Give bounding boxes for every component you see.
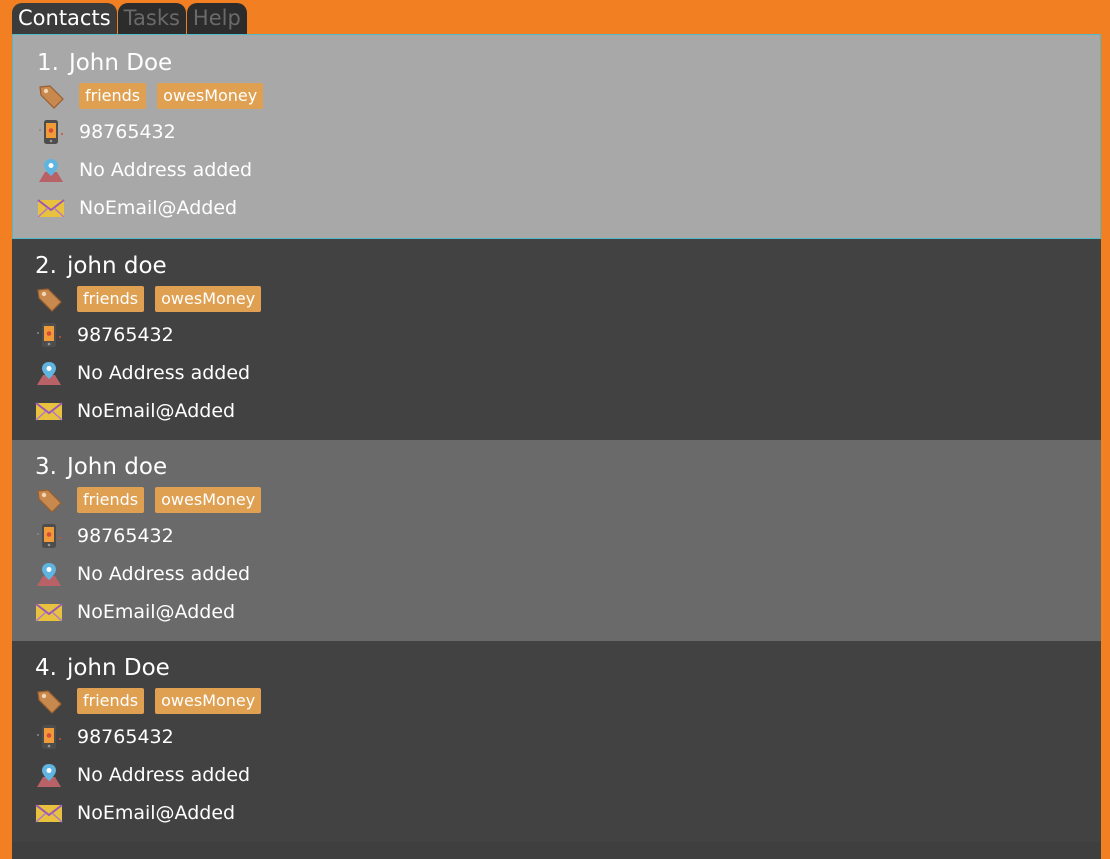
address-row: No Address added: [35, 756, 272, 794]
envelope-icon: [35, 603, 63, 622]
contact-card-selected[interactable]: 1. John Doe friends owesMoney 98765432 N…: [12, 34, 1101, 239]
email-row: NoEmail@Added: [37, 189, 274, 227]
phone-number: 98765432: [77, 726, 174, 748]
address-row: No Address added: [35, 354, 272, 392]
tag-badge: friends: [79, 83, 147, 109]
contact-name-row: 1. John Doe: [37, 47, 274, 79]
contact-name-row: 2. john doe: [35, 250, 272, 282]
address-row: No Address added: [37, 151, 274, 189]
email-row: NoEmail@Added: [35, 392, 272, 430]
envelope-icon: [35, 402, 63, 421]
tags-row: friends owesMoney: [35, 282, 272, 316]
email-text: NoEmail@Added: [77, 601, 236, 623]
email-text: NoEmail@Added: [77, 802, 236, 824]
phone-row: 98765432: [35, 316, 272, 354]
tag-icon: [37, 489, 62, 513]
contact-index: 1.: [37, 50, 59, 76]
phone-icon: [37, 725, 61, 749]
address-text: No Address added: [77, 563, 251, 585]
tag-icon: [37, 690, 62, 714]
tab-help[interactable]: Help: [186, 3, 247, 34]
contact-index: 3.: [35, 454, 57, 480]
tags-row: friends owesMoney: [35, 684, 272, 718]
tag-badge: owesMoney: [155, 688, 262, 714]
contact-name: john doe: [66, 253, 167, 279]
envelope-icon: [35, 804, 63, 823]
tag-badge: owesMoney: [155, 487, 262, 513]
envelope-icon: [37, 199, 65, 218]
email-text: NoEmail@Added: [79, 197, 238, 219]
tag-badge: friends: [77, 688, 145, 714]
phone-icon: [39, 120, 63, 144]
tag-badge: owesMoney: [157, 83, 264, 109]
contact-name: john Doe: [66, 655, 170, 681]
contact-card[interactable]: 2. john doe friends owesMoney 98765432 N…: [12, 239, 1101, 440]
location-pin-icon: [37, 563, 61, 586]
tag-icon: [39, 85, 64, 109]
contact-card[interactable]: 3. John doe friends owesMoney 98765432 N…: [12, 440, 1101, 641]
phone-icon: [37, 323, 61, 347]
tag-badge: friends: [77, 286, 145, 312]
location-pin-icon: [37, 764, 61, 787]
phone-number: 98765432: [77, 525, 174, 547]
contact-list[interactable]: 1. John Doe friends owesMoney 98765432 N…: [12, 34, 1101, 859]
phone-icon: [37, 524, 61, 548]
phone-row: 98765432: [35, 517, 272, 555]
contact-card[interactable]: 4. john Doe friends owesMoney 98765432 N…: [12, 641, 1101, 842]
address-text: No Address added: [77, 362, 251, 384]
contact-index: 2.: [35, 253, 57, 279]
address-text: No Address added: [77, 764, 251, 786]
contact-name-row: 3. John doe: [35, 451, 272, 483]
contact-index: 4.: [35, 655, 57, 681]
address-row: No Address added: [35, 555, 272, 593]
tab-tasks[interactable]: Tasks: [117, 3, 186, 34]
tab-bar: Contacts Tasks Help: [12, 3, 247, 34]
location-pin-icon: [39, 159, 63, 182]
tags-row: friends owesMoney: [37, 79, 274, 113]
tab-contacts[interactable]: Contacts: [12, 3, 117, 34]
tag-icon: [37, 288, 62, 312]
tags-row: friends owesMoney: [35, 483, 272, 517]
phone-row: 98765432: [35, 718, 272, 756]
tag-badge: owesMoney: [155, 286, 262, 312]
location-pin-icon: [37, 362, 61, 385]
contact-name: John Doe: [68, 50, 173, 76]
phone-number: 98765432: [77, 324, 174, 346]
contact-name: John doe: [66, 454, 168, 480]
address-text: No Address added: [79, 159, 253, 181]
contact-name-row: 4. john Doe: [35, 652, 272, 684]
email-row: NoEmail@Added: [35, 794, 272, 832]
tag-badge: friends: [77, 487, 145, 513]
email-row: NoEmail@Added: [35, 593, 272, 631]
email-text: NoEmail@Added: [77, 400, 236, 422]
phone-number: 98765432: [79, 121, 176, 143]
phone-row: 98765432: [37, 113, 274, 151]
